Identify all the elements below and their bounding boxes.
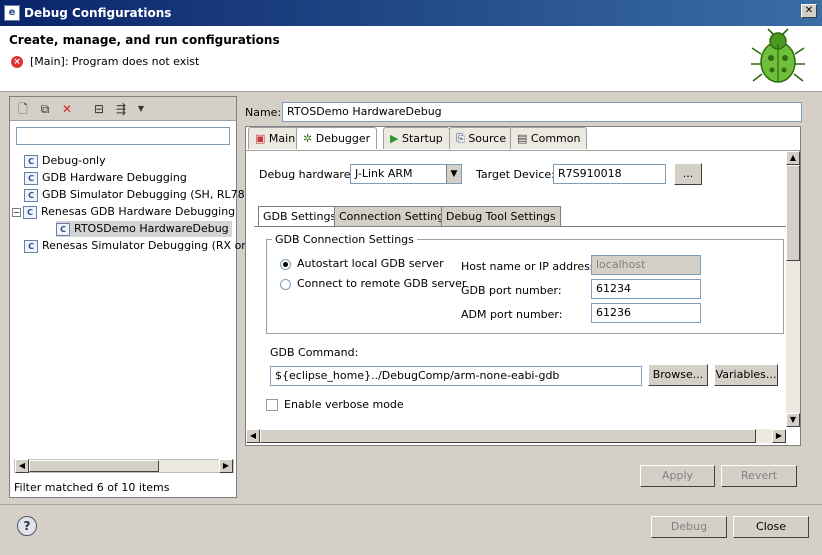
filter-icon[interactable]: ⇶ — [112, 100, 130, 118]
adm-port-field[interactable]: 61236 — [591, 303, 701, 323]
gdb-connection-group-title: GDB Connection Settings — [272, 233, 417, 246]
help-button[interactable]: ? — [17, 516, 37, 536]
gdb-port-label: GDB port number: — [461, 284, 562, 297]
tab-startup[interactable]: ▶ Startup — [383, 127, 450, 149]
new-configuration-icon[interactable]: 🗋 — [14, 100, 32, 118]
scroll-left-icon[interactable]: ◀ — [246, 429, 260, 443]
debug-hardware-label: Debug hardware: — [259, 168, 355, 181]
debugger-tab-icon: ✲ — [303, 132, 313, 145]
radio-selected-icon — [280, 258, 291, 270]
launch-config-icon: C — [56, 222, 70, 236]
target-device-field[interactable]: R7S910018 — [553, 164, 666, 184]
browse-button[interactable]: Browse... — [648, 364, 708, 386]
source-tab-icon: ⎘ — [456, 132, 465, 145]
tree-horizontal-scrollbar[interactable]: ◀ ▶ — [14, 459, 234, 473]
launch-config-icon: C — [23, 205, 37, 219]
filter-status: Filter matched 6 of 10 items — [14, 481, 170, 494]
main-tab-icon: ▣ — [255, 132, 266, 145]
duplicate-icon[interactable]: ⧉ — [36, 100, 54, 118]
name-label: Name: — [245, 106, 282, 119]
scroll-down-icon[interactable]: ▼ — [786, 413, 800, 427]
chevron-down-icon[interactable]: ▼ — [446, 165, 461, 183]
subtab-debug-tool-settings[interactable]: Debug Tool Settings — [441, 206, 561, 226]
tree-item-renesas-gdb-hardware[interactable]: − C Renesas GDB Hardware Debugging — [12, 204, 235, 220]
common-tab-icon: ▤ — [517, 132, 528, 145]
eclipse-icon: e — [4, 5, 20, 21]
variables-button[interactable]: Variables... — [714, 364, 778, 386]
startup-tab-icon: ▶ — [390, 132, 399, 145]
title-bar: e Debug Configurations ✕ — [0, 0, 822, 26]
scrollbar-thumb[interactable] — [29, 460, 159, 472]
tab-common[interactable]: ▤ Common — [510, 127, 588, 149]
dialog-header: Create, manage, and run configurations ×… — [0, 26, 822, 92]
error-icon: × — [11, 56, 23, 68]
chevron-down-icon[interactable]: ▼ — [132, 100, 150, 118]
host-label: Host name or IP address: — [461, 260, 600, 273]
launch-config-icon: C — [24, 188, 38, 202]
checkbox-unchecked-icon — [266, 399, 278, 411]
radio-unselected-icon — [280, 278, 291, 290]
bug-icon — [751, 28, 805, 83]
scroll-left-icon[interactable]: ◀ — [15, 459, 29, 473]
gdb-command-label: GDB Command: — [270, 346, 359, 359]
tree-item-rtosdemo-hardwaredebug[interactable]: C RTOSDemo HardwareDebug — [56, 221, 232, 237]
collapse-all-icon[interactable]: ⊟ — [90, 100, 108, 118]
scroll-up-icon[interactable]: ▲ — [786, 151, 800, 165]
apply-button[interactable]: Apply — [640, 465, 715, 487]
tab-debugger[interactable]: ✲ Debugger — [296, 127, 378, 149]
remote-radio[interactable]: Connect to remote GDB server — [280, 277, 466, 290]
delete-icon[interactable]: ✕ — [58, 100, 76, 118]
tree-item-gdb-simulator[interactable]: C GDB Simulator Debugging (SH, RL78, — [24, 187, 248, 203]
gdb-port-field[interactable]: 61234 — [591, 279, 701, 299]
launch-config-icon: C — [24, 239, 38, 253]
autostart-radio[interactable]: Autostart local GDB server — [280, 257, 444, 270]
scrollbar-thumb[interactable] — [786, 165, 800, 261]
tab-horizontal-scrollbar[interactable]: ◀ ▶ — [246, 429, 786, 443]
scroll-right-icon[interactable]: ▶ — [772, 429, 786, 443]
debug-hardware-select[interactable]: J-Link ARM ▼ — [350, 164, 462, 184]
close-button[interactable]: Close — [733, 516, 809, 538]
revert-button[interactable]: Revert — [721, 465, 797, 487]
tree-toolbar: 🗋 ⧉ ✕ ⊟ ⇶ ▼ — [10, 97, 236, 121]
subtab-connection-settings[interactable]: Connection Settings — [334, 206, 455, 226]
scroll-right-icon[interactable]: ▶ — [219, 459, 233, 473]
configuration-tree-pane: 🗋 ⧉ ✕ ⊟ ⇶ ▼ C Debug-only C GDB Hardware De… — [9, 96, 248, 498]
verbose-checkbox[interactable]: Enable verbose mode — [266, 398, 404, 411]
gdb-command-field[interactable]: ${eclipse_home}../DebugComp/arm-none-eab… — [270, 366, 642, 386]
dialog-title: Create, manage, and run configurations — [9, 33, 280, 47]
host-field[interactable]: localhost — [591, 255, 701, 275]
launch-config-icon: C — [24, 154, 38, 168]
error-message: [Main]: Program does not exist — [30, 55, 200, 68]
scrollbar-thumb[interactable] — [260, 429, 756, 443]
window-title: Debug Configurations — [24, 6, 172, 20]
tab-main[interactable]: ▣ Main — [248, 127, 303, 149]
target-device-label: Target Device: — [476, 168, 555, 181]
tree-item-renesas-simulator[interactable]: C Renesas Simulator Debugging (RX or — [24, 238, 246, 254]
filter-input[interactable] — [16, 127, 230, 145]
tree-item-gdb-hardware[interactable]: C GDB Hardware Debugging — [24, 170, 187, 186]
collapse-toggle-icon[interactable]: − — [12, 207, 21, 217]
target-device-browse-button[interactable]: ... — [674, 163, 702, 185]
adm-port-label: ADM port number: — [461, 308, 563, 321]
launch-config-icon: C — [24, 171, 38, 185]
debug-button[interactable]: Debug — [651, 516, 727, 538]
subtab-gdb-settings[interactable]: GDB Settings — [258, 206, 342, 226]
tab-source[interactable]: ⎘ Source — [449, 127, 514, 149]
tree-item-debug-only[interactable]: C Debug-only — [24, 153, 106, 169]
launch-tab-folder: ▣ Main ✲ Debugger ▶ Startup ⎘ Source ▤ C… — [245, 126, 801, 446]
name-field[interactable]: RTOSDemo HardwareDebug — [282, 102, 802, 122]
window-close-button[interactable]: ✕ — [801, 4, 817, 18]
tab-vertical-scrollbar[interactable]: ▲ ▼ — [786, 151, 800, 427]
